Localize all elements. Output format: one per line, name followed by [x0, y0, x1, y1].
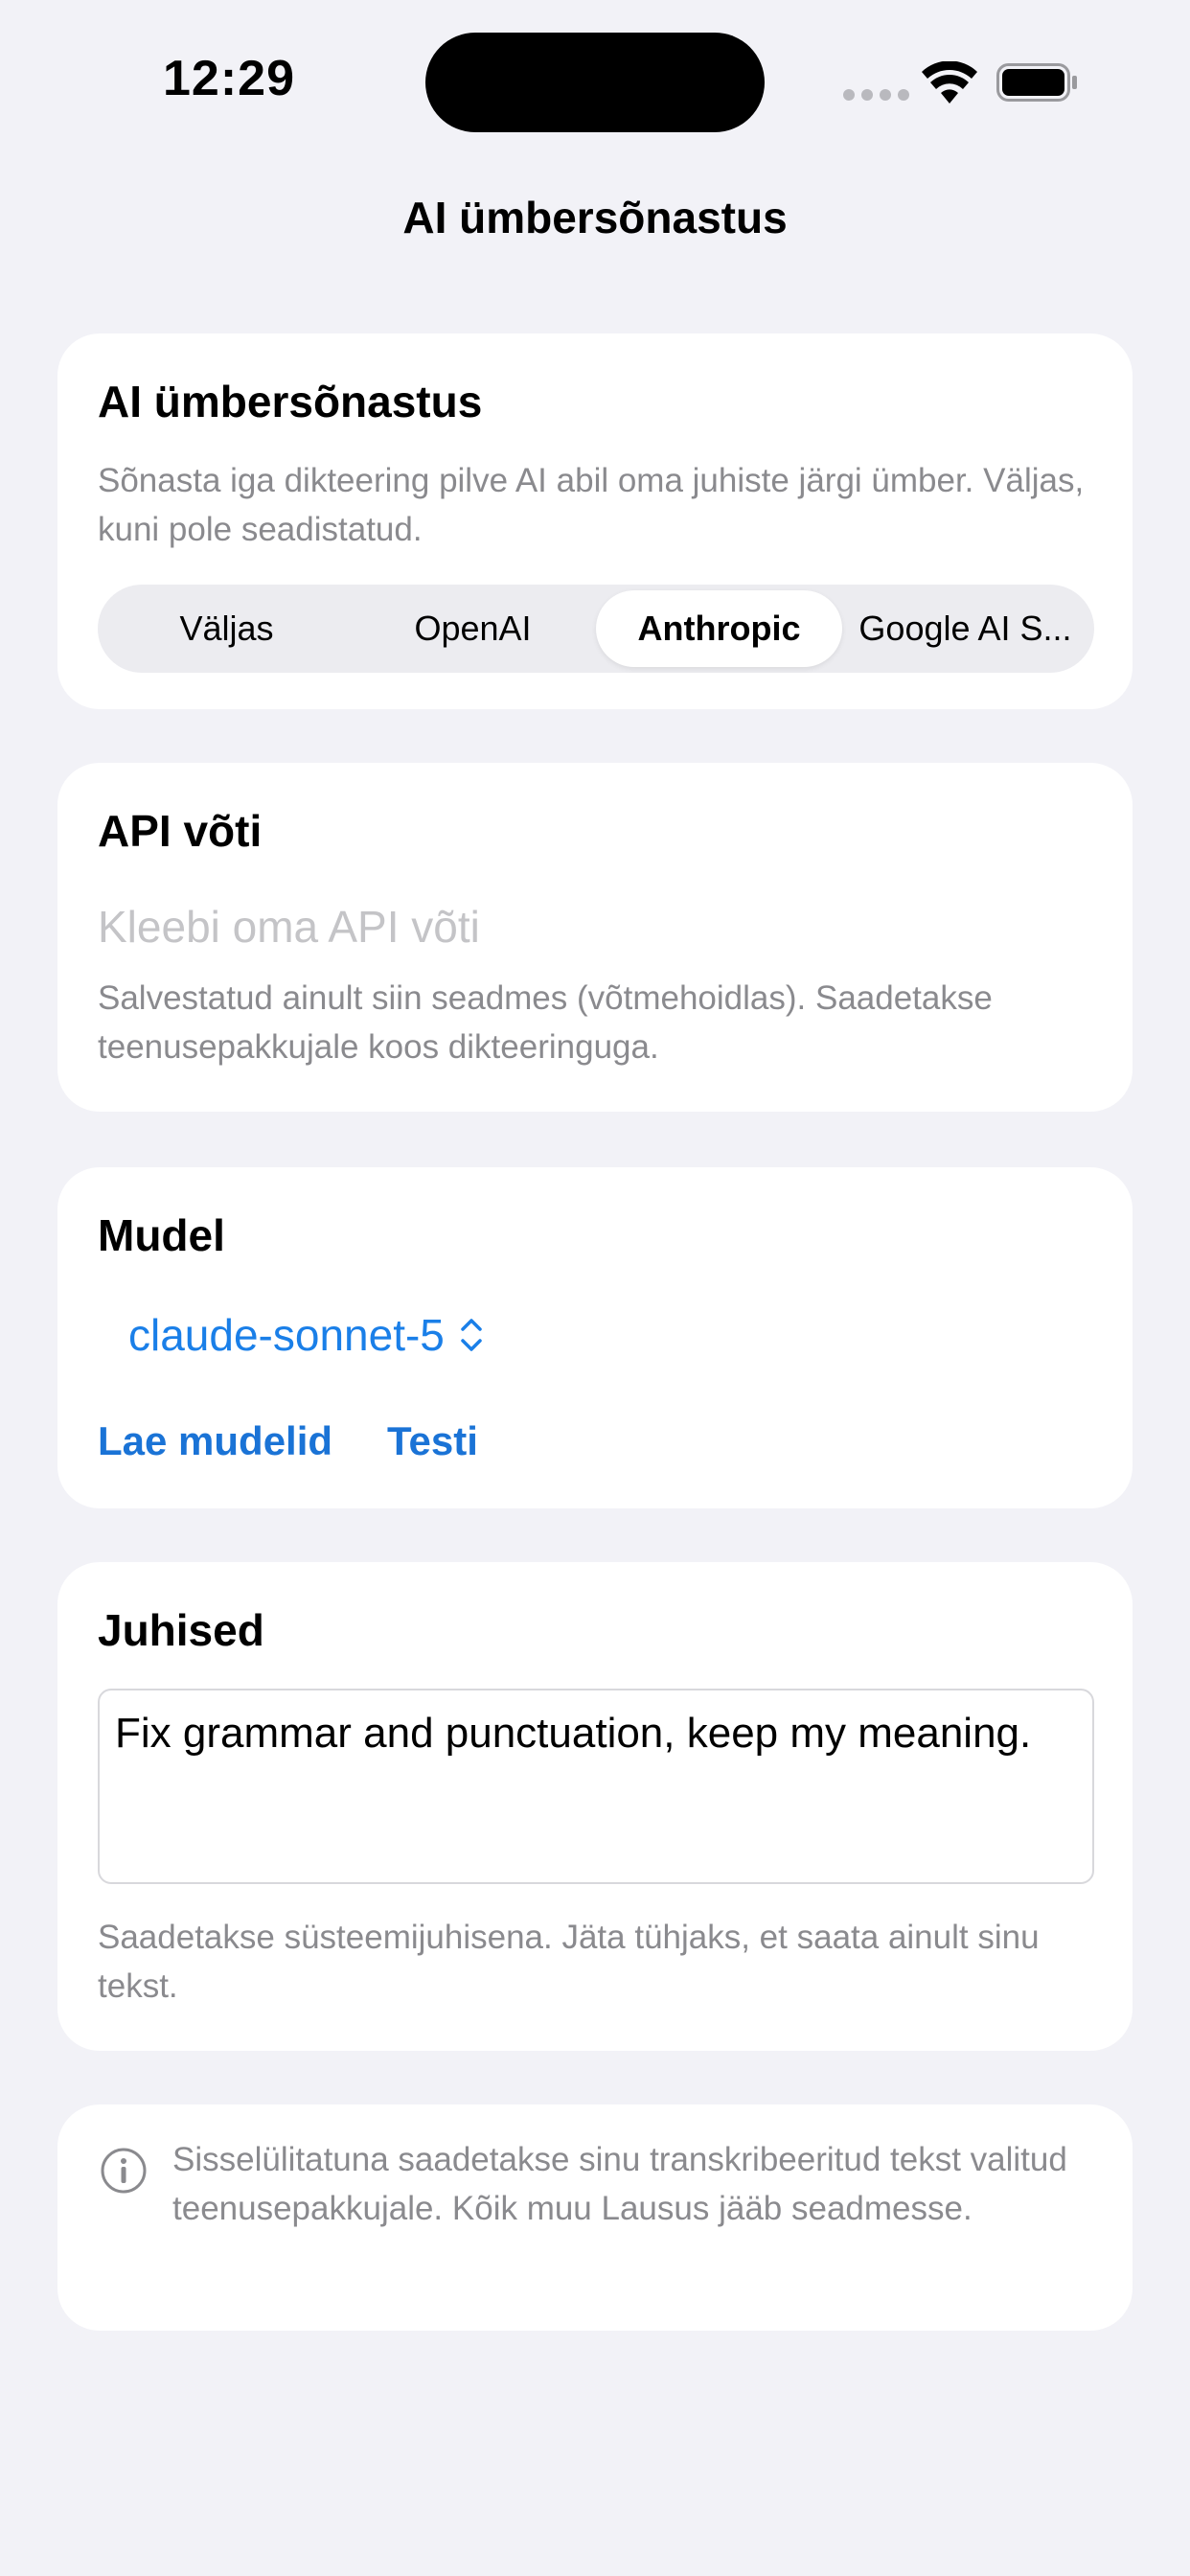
- page-title: AI ümbersõnastus: [402, 193, 788, 242]
- instructions-footnote: Saadetakse süsteemijuhisena. Jäta tühjak…: [98, 1919, 1040, 2005]
- model-card-title: Mudel: [98, 1210, 225, 1260]
- test-button[interactable]: Testi: [387, 1418, 478, 1464]
- instructions-textarea[interactable]: Fix grammar and punctuation, keep my mea…: [98, 1689, 1094, 1884]
- dynamic-island: [425, 33, 765, 132]
- segment-google-ai-studio[interactable]: Google AI S...: [842, 590, 1088, 667]
- load-models-button[interactable]: Lae mudelid: [98, 1418, 332, 1464]
- provider-description: Sõnasta iga dikteering pilve AI abil oma…: [98, 462, 1085, 548]
- segment-off[interactable]: Väljas: [103, 590, 350, 667]
- provider-segmented-control: Väljas OpenAI Anthropic Google AI S...: [98, 585, 1094, 673]
- api-key-footnote: Salvestatud ainult siin seadmes (võtmeho…: [98, 979, 993, 1066]
- info-icon: [101, 2148, 147, 2194]
- api-key-card: API võti Salvestatud ainult siin seadmes…: [57, 763, 1133, 1112]
- info-text: Sisselülitatuna saadetakse sinu transkri…: [172, 2141, 1067, 2227]
- status-time: 12:29: [163, 51, 295, 106]
- chevron-up-down-icon: [461, 1319, 482, 1351]
- api-key-input[interactable]: [98, 895, 1094, 958]
- instructions-card: Juhised Fix grammar and punctuation, kee…: [57, 1562, 1133, 2051]
- segment-openai[interactable]: OpenAI: [350, 590, 596, 667]
- provider-card: AI ümbersõnastus Sõnasta iga dikteering …: [57, 334, 1133, 709]
- wifi-icon: [922, 61, 977, 104]
- battery-icon: [996, 63, 1077, 102]
- api-key-title: API võti: [98, 806, 263, 856]
- model-card: Mudel claude-sonnet-5 Lae mudelid Testi: [57, 1167, 1133, 1508]
- instructions-title: Juhised: [98, 1605, 264, 1655]
- model-picker[interactable]: claude-sonnet-5: [128, 1309, 485, 1361]
- status-bar: 12:29: [0, 0, 1190, 163]
- info-card: Sisselülitatuna saadetakse sinu transkri…: [57, 2104, 1133, 2331]
- cellular-signal-icon: [843, 89, 909, 101]
- model-picker-value: claude-sonnet-5: [128, 1310, 445, 1360]
- segment-anthropic[interactable]: Anthropic: [596, 590, 842, 667]
- provider-card-title: AI ümbersõnastus: [98, 377, 483, 426]
